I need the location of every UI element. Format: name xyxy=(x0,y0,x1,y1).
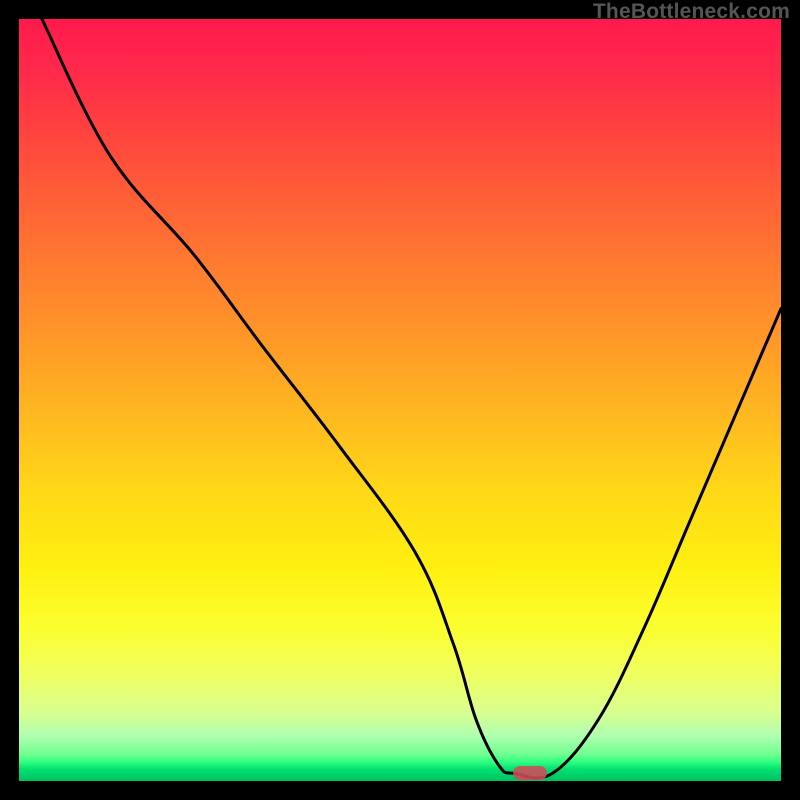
curve-path xyxy=(42,19,781,778)
chart-container: TheBottleneck.com xyxy=(0,0,800,800)
plot-area xyxy=(19,19,781,781)
optimal-marker xyxy=(513,766,547,780)
watermark-text: TheBottleneck.com xyxy=(593,0,790,24)
bottleneck-curve xyxy=(19,19,781,781)
